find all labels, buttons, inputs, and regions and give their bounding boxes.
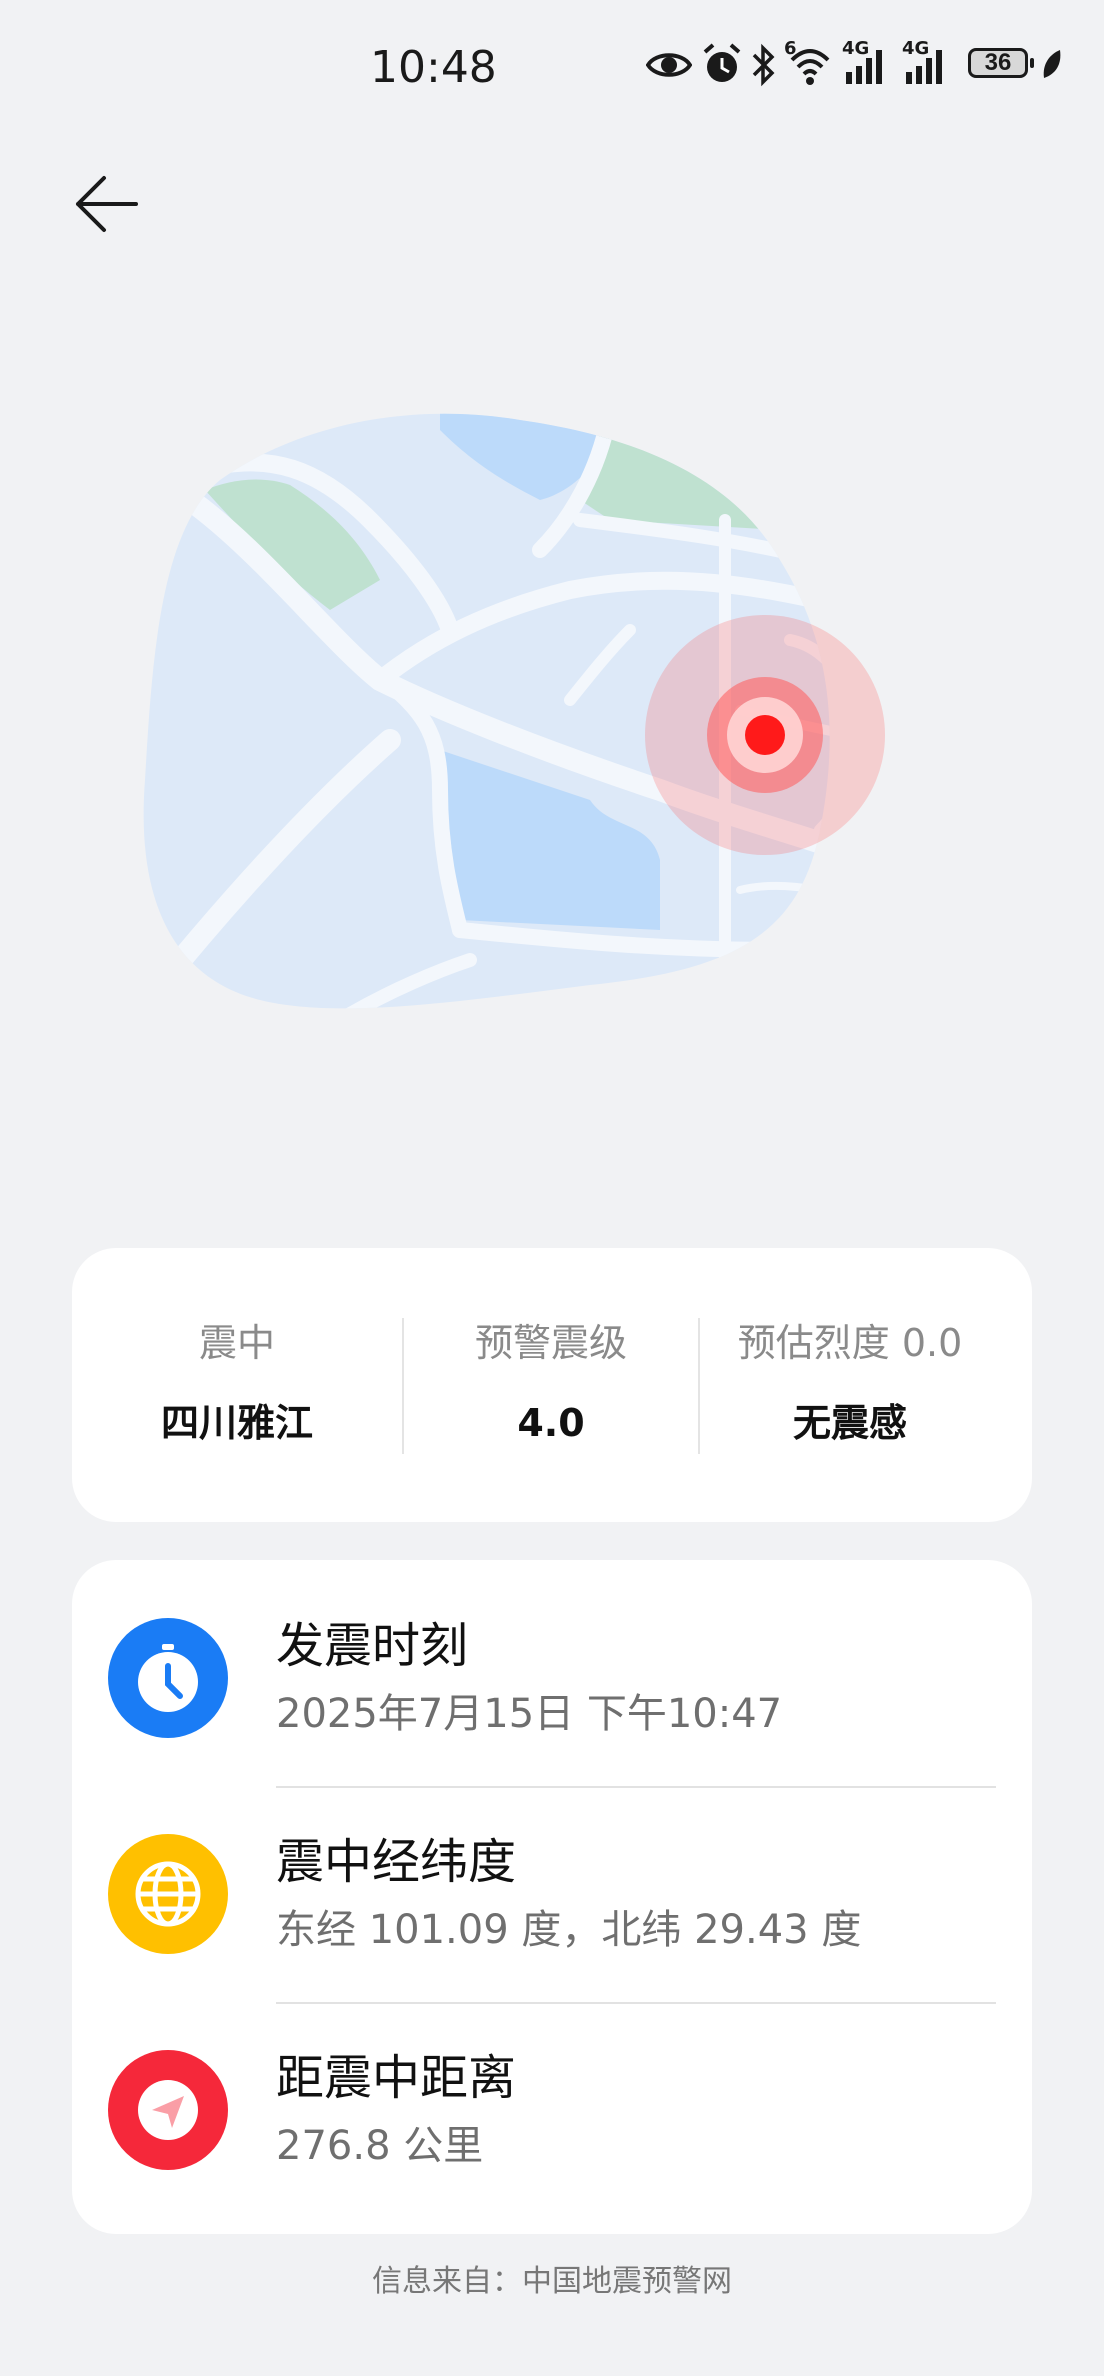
- globe-icon: [108, 1834, 228, 1954]
- source-footer: 信息来自：中国地震预警网: [372, 2264, 732, 2299]
- detail-card: 发震时刻 2025年7月15日 下午10:47 震中经纬度 东经 101.09 …: [72, 1560, 1032, 2234]
- navigation-icon: [108, 2050, 228, 2170]
- clock-icon: [108, 1618, 228, 1738]
- summary-card: 震中 四川雅江 预警震级 4.0 预估烈度 0.0 无震感: [72, 1248, 1032, 1522]
- list-item: 震中经纬度 东经 101.09 度，北纬 29.43 度: [72, 1776, 1032, 1992]
- arrow-left-icon: [76, 176, 138, 232]
- back-button[interactable]: [70, 166, 150, 246]
- intensity-summary: 预估烈度 0.0 无震感: [700, 1248, 1000, 1522]
- magnitude-label: 预警震级: [474, 1321, 627, 1365]
- battery-level: 36: [984, 49, 1012, 76]
- row-value: 2025年7月15日 下午10:47: [276, 1691, 783, 1737]
- epicenter-value: 四川雅江: [160, 1401, 313, 1445]
- intensity-label: 预估烈度 0.0: [737, 1321, 963, 1365]
- signal-icon: [846, 50, 882, 84]
- wifi-icon: [790, 49, 830, 85]
- magnitude-summary: 预警震级 4.0: [404, 1248, 698, 1522]
- battery-icon: 36: [968, 48, 1028, 78]
- eye-icon: [646, 53, 692, 77]
- battery-tip: [1030, 58, 1034, 68]
- row-title: 距震中距离: [276, 2050, 517, 2106]
- list-item: 发震时刻 2025年7月15日 下午10:47: [72, 1560, 1032, 1776]
- epicenter-label: 震中: [198, 1321, 275, 1365]
- epicenter-dot: [745, 715, 785, 755]
- leaf-icon: [1043, 50, 1061, 78]
- magnitude-value: 4.0: [517, 1401, 585, 1445]
- bluetooth-icon: [752, 43, 775, 87]
- status-time: 10:48: [370, 42, 497, 93]
- epicenter-summary: 震中 四川雅江: [72, 1248, 402, 1522]
- intensity-value: 无震感: [792, 1401, 907, 1445]
- epicenter-map: [143, 413, 885, 1009]
- row-title: 发震时刻: [276, 1618, 469, 1674]
- row-title: 震中经纬度: [276, 1834, 517, 1890]
- row-value: 东经 101.09 度，北纬 29.43 度: [276, 1907, 862, 1953]
- row-value: 276.8 公里: [276, 2123, 484, 2169]
- signal-icon: [906, 50, 942, 84]
- status-icons: 6 4G 4G 36: [646, 38, 1066, 92]
- list-item: 距震中距离 276.8 公里: [72, 1992, 1032, 2208]
- alarm-icon: [703, 43, 741, 82]
